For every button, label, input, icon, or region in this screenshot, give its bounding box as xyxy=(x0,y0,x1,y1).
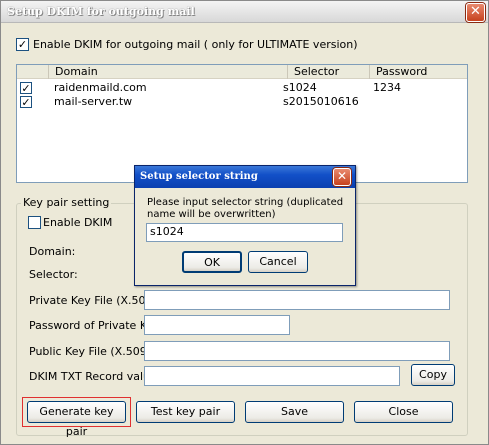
checkmark-icon: ✓ xyxy=(21,82,31,95)
row-checkbox[interactable]: ✓ xyxy=(20,82,32,94)
column-header-domain[interactable]: Domain xyxy=(49,65,288,79)
list-header: Domain Selector Password xyxy=(17,65,467,79)
cancel-button[interactable]: Cancel xyxy=(248,251,308,273)
column-header-selector[interactable]: Selector xyxy=(288,65,370,79)
public-key-label: Public Key File (X.509): xyxy=(29,345,155,358)
txt-record-label: DKIM TXT Record value: xyxy=(29,370,161,383)
enable-dkim-label: Enable DKIM xyxy=(43,216,113,229)
key-pair-group-label: Key pair setting xyxy=(21,196,112,209)
dialog-titlebar[interactable]: Setup selector string ✕ xyxy=(135,166,355,188)
row-selector: s2015010616 xyxy=(283,95,359,108)
row-domain: mail-server.tw xyxy=(54,95,133,108)
enable-dkim-checkbox[interactable] xyxy=(28,216,41,229)
dialog-prompt: Please input selector string (duplicated… xyxy=(147,197,344,220)
password-label: Password of Private Key: xyxy=(29,319,163,332)
row-domain: raidenmaild.com xyxy=(54,81,147,94)
checkmark-icon: ✓ xyxy=(21,96,31,109)
enable-dkim-outgoing-checkbox[interactable]: ✓ xyxy=(16,38,29,51)
generate-key-pair-button[interactable]: Generate key pair xyxy=(27,401,126,438)
save-button[interactable]: Save xyxy=(245,401,344,423)
enable-dkim-outgoing-label: Enable DKIM for outgoing mail ( only for… xyxy=(33,38,358,51)
row-selector: s1024 xyxy=(283,81,317,94)
close-button[interactable]: Close xyxy=(354,401,453,423)
table-row[interactable]: ✓ mail-server.tw s2015010616 xyxy=(17,95,467,109)
dkim-setup-window: Setup DKIM for outgoing mail ✕ ✓ Enable … xyxy=(0,0,489,445)
close-icon[interactable]: ✕ xyxy=(466,3,485,22)
test-key-pair-button[interactable]: Test key pair xyxy=(136,401,235,423)
public-key-field[interactable] xyxy=(144,341,450,361)
domain-label: Domain: xyxy=(29,245,76,258)
checkmark-icon: ✓ xyxy=(17,38,28,51)
window-titlebar[interactable]: Setup DKIM for outgoing mail ✕ xyxy=(1,1,488,23)
selector-input[interactable]: s1024 xyxy=(146,223,343,242)
window-title: Setup DKIM for outgoing mail xyxy=(7,5,195,18)
dialog-title: Setup selector string xyxy=(140,171,258,182)
dialog-close-icon[interactable]: ✕ xyxy=(333,168,351,186)
password-field[interactable] xyxy=(144,315,290,335)
txt-record-field[interactable] xyxy=(144,366,400,386)
selector-label: Selector: xyxy=(29,268,78,281)
column-header-check[interactable] xyxy=(17,65,49,79)
private-key-label: Private Key File (X.509): xyxy=(29,294,161,307)
copy-button[interactable]: Copy xyxy=(411,364,455,386)
column-header-password[interactable]: Password xyxy=(370,65,467,79)
row-password: 1234 xyxy=(373,81,401,94)
private-key-field[interactable] xyxy=(144,290,450,310)
selector-dialog: Setup selector string ✕ Please input sel… xyxy=(134,165,356,286)
row-checkbox[interactable]: ✓ xyxy=(20,96,32,108)
ok-button[interactable]: OK xyxy=(182,251,242,273)
table-row[interactable]: ✓ raidenmaild.com s1024 1234 xyxy=(17,81,467,95)
